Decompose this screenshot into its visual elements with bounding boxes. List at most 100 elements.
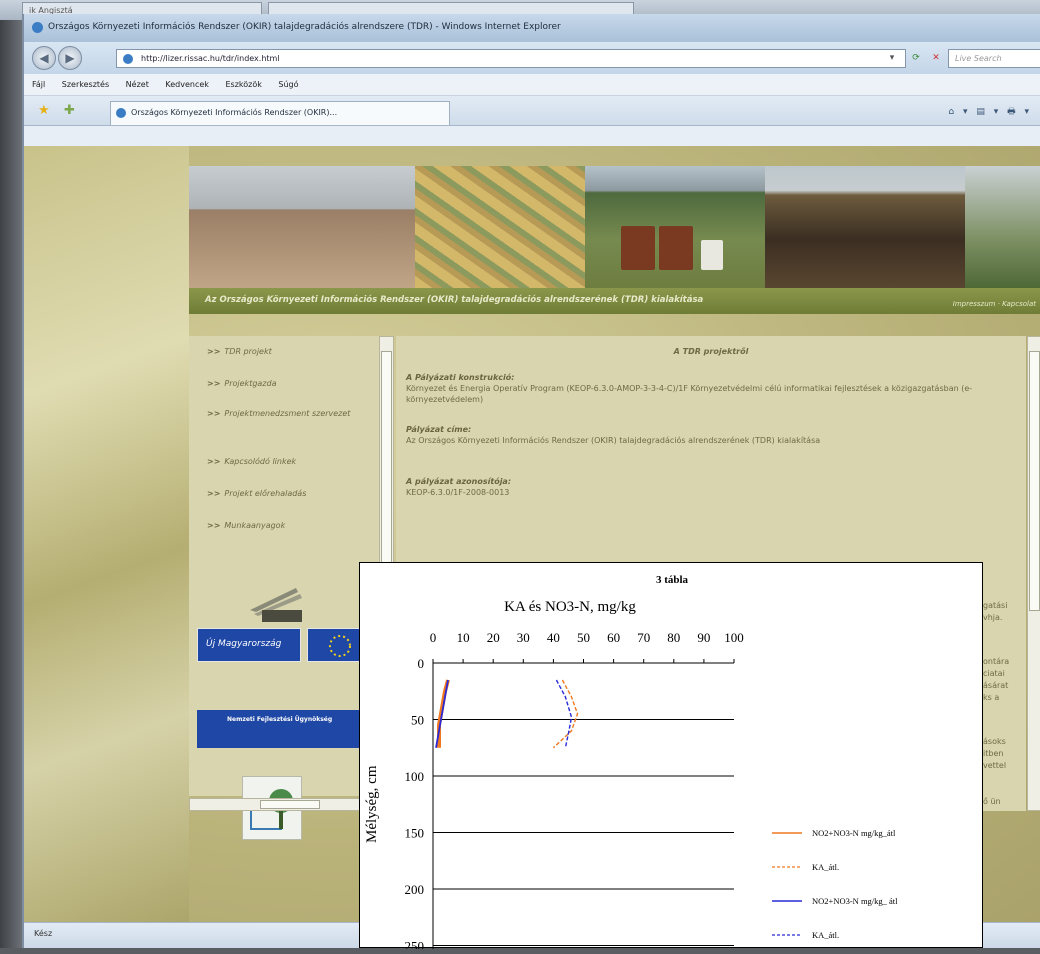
- uj-magyarorszag-logo[interactable]: Új Magyarország: [197, 628, 301, 662]
- nav-item-projektgazda[interactable]: >> Projektgazda: [207, 378, 372, 389]
- menu-help[interactable]: Súgó: [278, 80, 298, 89]
- x-tick-label: 70: [637, 630, 650, 645]
- x-tick-label: 80: [667, 630, 680, 645]
- active-tab[interactable]: Országos Környezeti Információs Rendszer…: [110, 101, 450, 125]
- banner-links[interactable]: Impresszum · Kapcsolat: [953, 300, 1036, 308]
- title-bar: Országos Környezeti Információs Rendszer…: [24, 14, 1040, 42]
- sidebar-nav: >> TDR projekt >> Projektgazda >> Projektme…: [189, 336, 379, 840]
- menu-view[interactable]: Nézet: [126, 80, 149, 89]
- text-fragment: itben: [983, 749, 1004, 758]
- text-fragment: ő ün: [983, 797, 1001, 806]
- x-tick-label: 60: [607, 630, 620, 645]
- chart-title: 3 tábla: [656, 574, 689, 586]
- nav-label: Projektmenedzsment szervezet: [224, 409, 351, 418]
- menu-favorites[interactable]: Kedvencek: [165, 80, 209, 89]
- dropdown-icon[interactable]: ▾: [882, 49, 902, 68]
- legend-swatch: [772, 934, 802, 936]
- series-line-3: [555, 679, 573, 748]
- x-tick-label: 100: [724, 630, 744, 645]
- text-fragment: ks a: [983, 693, 1000, 702]
- section-body: Az Országos Környezeti Információs Rends…: [406, 436, 821, 445]
- menu-file[interactable]: Fájl: [32, 80, 45, 89]
- menu-tools[interactable]: Eszközök: [225, 80, 261, 89]
- navigation-bar: ◀ ▶ http://lizer.rissac.hu/tdr/index.htm…: [24, 42, 1040, 74]
- legend-swatch: [772, 866, 802, 868]
- text-fragment: vettel: [983, 761, 1007, 770]
- legend-label: NO2+NO3-N mg/kg_átl: [812, 828, 896, 838]
- legend-swatch: [772, 832, 802, 834]
- back-button[interactable]: ◀: [32, 46, 56, 70]
- address-bar[interactable]: http://lizer.rissac.hu/tdr/index.html: [116, 49, 906, 68]
- section-body: KEOP-6.3.0/1F-2008-0013: [406, 488, 510, 497]
- legend-label: KA_átl.: [812, 862, 840, 872]
- nav-label: TDR projekt: [224, 347, 272, 356]
- nav-item-kapcsolodo-linkek[interactable]: >> Kapcsolódó linkek: [207, 456, 372, 467]
- command-bar-icons[interactable]: ⌂ ▾ ▤ ▾ 🖶 ▾: [948, 104, 1032, 120]
- y-tick-label: 100: [405, 769, 425, 784]
- x-tick-label: 90: [697, 630, 710, 645]
- nav-arrow: >>: [207, 347, 221, 356]
- nav-arrow: >>: [207, 457, 221, 466]
- nav-arrow: >>: [207, 489, 221, 498]
- y-tick-label: 250: [405, 939, 425, 950]
- main-scrollbar[interactable]: [1027, 336, 1040, 811]
- text-fragment: vhja.: [983, 613, 1003, 622]
- y-tick-label: 200: [405, 882, 425, 897]
- nav-arrow: >>: [207, 521, 221, 530]
- header-banner-image: [189, 166, 1040, 288]
- horizontal-scroll-thumb[interactable]: [260, 800, 320, 809]
- x-tick-label: 0: [430, 630, 437, 645]
- nav-item-projektmenedzsment[interactable]: >> Projektmenedzsment szervezet: [207, 408, 372, 419]
- section-heading: Pályázat címe:: [406, 425, 472, 434]
- nav-item-tdr-projekt[interactable]: >> TDR projekt: [207, 346, 372, 357]
- section-palyazat-cime: Pályázat címe: Az Országos Környezeti In…: [406, 424, 1018, 446]
- bucket-shape: [701, 240, 723, 270]
- banner-field-photo: [189, 166, 415, 288]
- series-line-2: [435, 679, 449, 748]
- text-fragment: gatási: [983, 601, 1008, 610]
- search-input[interactable]: Live Search: [948, 49, 1040, 68]
- ie-icon: [32, 22, 43, 33]
- y-axis-label: Mélység, cm: [364, 765, 380, 843]
- stop-icon[interactable]: ✕: [926, 49, 946, 68]
- pot-shape: [659, 226, 693, 270]
- nav-arrow: >>: [207, 379, 221, 388]
- text-fragment: ontára: [983, 657, 1010, 666]
- banner-map-photo: [415, 166, 585, 288]
- text-fragment: ásoks: [983, 737, 1006, 746]
- nav-label: Projekt előrehaladás: [224, 489, 307, 498]
- x-tick-label: 50: [577, 630, 590, 645]
- y-tick-label: 0: [418, 656, 425, 671]
- address-url: http://lizer.rissac.hu/tdr/index.html: [141, 54, 280, 63]
- refresh-icon[interactable]: ⟳: [906, 49, 926, 68]
- chart-legend: NO2+NO3-N mg/kg_átl KA_átl. NO2+NO3-N mg…: [772, 802, 972, 942]
- banner-soil-photo: [765, 166, 965, 288]
- nfu-title: Nemzeti Fejlesztési Ügynökség: [227, 716, 333, 723]
- nav-arrow: >>: [207, 409, 221, 418]
- x-tick-label: 40: [547, 630, 560, 645]
- series-line-1: [552, 679, 579, 749]
- section-konstrukcio: A Pályázati konstrukció: Környezet és En…: [406, 372, 1018, 405]
- pot-shape: [621, 226, 655, 270]
- section-azonosito: A pályázat azonosítója: KEOP-6.3.0/1F-20…: [406, 476, 1018, 498]
- nav-item-munkaanyagok[interactable]: >> Munkaanyagok: [207, 520, 372, 531]
- section-heading: A pályázat azonosítója:: [406, 477, 512, 486]
- institute-logo[interactable]: [244, 584, 314, 624]
- add-favorite-icon[interactable]: ✚: [64, 103, 75, 118]
- forward-button[interactable]: ▶: [58, 46, 82, 70]
- nav-item-projekt-elorehaladas[interactable]: >> Projekt előrehaladás: [207, 488, 372, 499]
- main-scroll-thumb[interactable]: [1029, 351, 1040, 611]
- favorites-star-icon[interactable]: ★: [38, 103, 50, 118]
- banner-pots-photo: [585, 166, 765, 288]
- menu-edit[interactable]: Szerkesztés: [62, 80, 109, 89]
- legend-label: NO2+NO3-N mg/kg_ átl: [812, 896, 898, 906]
- page-icon: [123, 54, 133, 64]
- tab-title: Országos Környezeti Információs Rendszer…: [131, 108, 338, 117]
- text-fragment: ciatai: [983, 669, 1005, 678]
- banner-caption-text: Az Országos Környezeti Információs Rends…: [205, 295, 704, 305]
- legend-swatch: [772, 900, 802, 902]
- x-tick-label: 20: [487, 630, 500, 645]
- nav-label: Projektgazda: [224, 379, 277, 388]
- nfu-contact-logo[interactable]: Nemzeti Fejlesztési Ügynökség: [197, 710, 371, 748]
- chart-subtitle: KA és NO3-N, mg/kg: [504, 599, 636, 615]
